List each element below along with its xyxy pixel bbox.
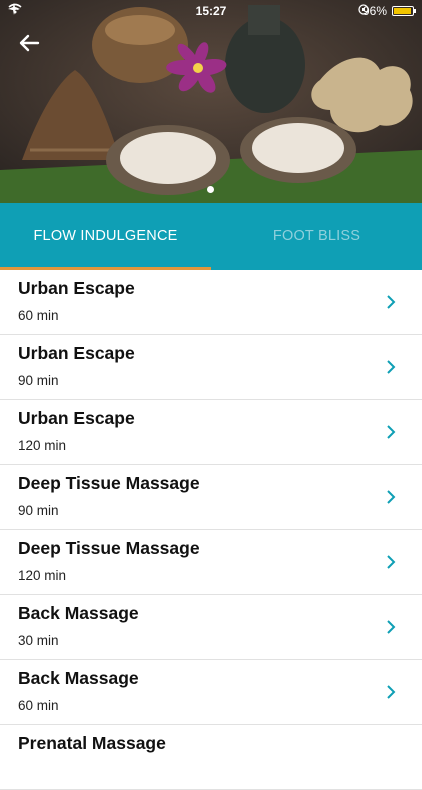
chevron-right-icon (387, 295, 396, 309)
tab-foot-bliss[interactable]: FOOT BLISS (211, 203, 422, 270)
list-item[interactable]: Urban Escape 120 min (0, 400, 422, 465)
item-duration: 120 min (18, 568, 67, 583)
tab-bar: FLOW INDULGENCE FOOT BLISS (0, 203, 422, 270)
tab-label: FLOW INDULGENCE (33, 228, 178, 244)
battery-icon (392, 6, 416, 16)
item-title: Urban Escape (18, 408, 135, 428)
chevron-right-icon (387, 425, 396, 439)
item-title: Urban Escape (18, 278, 135, 298)
spa-products-photo (0, 0, 422, 203)
item-title: Prenatal Massage (18, 733, 166, 753)
chevron-right-icon (387, 620, 396, 634)
item-duration: 90 min (18, 373, 59, 388)
page-indicator-dot (207, 186, 214, 193)
arrow-left-icon (19, 34, 40, 52)
back-button[interactable] (14, 28, 44, 58)
list-item[interactable]: Back Massage 30 min (0, 595, 422, 660)
item-duration: 90 min (18, 503, 59, 518)
item-title: Deep Tissue Massage (18, 538, 200, 558)
hero-image[interactable]: 15:27 96% (0, 0, 422, 203)
list-item[interactable]: Urban Escape 60 min (0, 270, 422, 335)
tab-label: FOOT BLISS (272, 228, 361, 244)
status-bar: 15:27 96% (0, 0, 422, 22)
item-duration: 60 min (18, 698, 59, 713)
treatment-list: Urban Escape 60 min Urban Escape 90 min … (0, 270, 422, 790)
item-duration: 30 min (18, 633, 59, 648)
chevron-right-icon (387, 555, 396, 569)
item-duration: 60 min (18, 308, 59, 323)
list-item[interactable]: Deep Tissue Massage 90 min (0, 465, 422, 530)
item-duration: 120 min (18, 438, 67, 453)
item-title: Back Massage (18, 603, 139, 623)
list-item[interactable]: Urban Escape 90 min (0, 335, 422, 400)
status-right: 96% (358, 4, 416, 18)
chevron-right-icon (387, 685, 396, 699)
item-title: Urban Escape (18, 343, 135, 363)
list-item[interactable]: Prenatal Massage (0, 725, 422, 790)
chevron-right-icon (387, 360, 396, 374)
tab-flow-indulgence[interactable]: FLOW INDULGENCE (0, 203, 211, 270)
item-title: Back Massage (18, 668, 139, 688)
list-item[interactable]: Deep Tissue Massage 120 min (0, 530, 422, 595)
chevron-right-icon (387, 490, 396, 504)
battery-fill (394, 8, 411, 14)
list-item[interactable]: Back Massage 60 min (0, 660, 422, 725)
item-title: Deep Tissue Massage (18, 473, 200, 493)
